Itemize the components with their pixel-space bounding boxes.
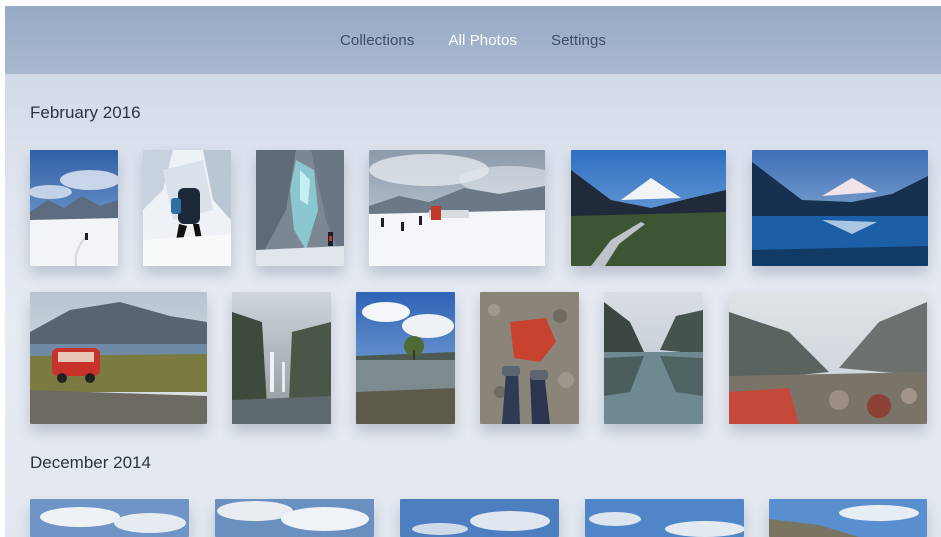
photo-thumbnail[interactable]	[356, 292, 455, 424]
photo-thumbnail[interactable]	[729, 292, 927, 424]
screen-frame-left	[0, 0, 5, 537]
photo-thumbnail[interactable]	[256, 150, 344, 266]
photo-thumbnail[interactable]	[400, 499, 559, 537]
photo-thumbnail[interactable]	[604, 292, 703, 424]
section-title-december-2014: December 2014	[30, 453, 151, 472]
nav-tabs: Collections All Photos Settings	[5, 6, 941, 74]
photo-thumbnail[interactable]	[215, 499, 374, 537]
photo-thumbnail[interactable]	[232, 292, 331, 424]
photo-thumbnail[interactable]	[585, 499, 744, 537]
tab-collections[interactable]: Collections	[340, 32, 414, 49]
top-navigation-bar: Collections All Photos Settings	[5, 6, 941, 74]
photo-thumbnail[interactable]	[30, 150, 118, 266]
photo-thumbnail[interactable]	[30, 499, 189, 537]
photo-thumbnail[interactable]	[769, 499, 927, 537]
photo-thumbnail[interactable]	[30, 292, 207, 424]
section-title-february-2016: February 2016	[30, 103, 141, 122]
photo-thumbnail[interactable]	[143, 150, 231, 266]
tab-settings[interactable]: Settings	[551, 32, 606, 49]
photo-thumbnail[interactable]	[752, 150, 928, 266]
photo-thumbnail[interactable]	[480, 292, 579, 424]
photo-thumbnail[interactable]	[369, 150, 545, 266]
photo-thumbnail[interactable]	[571, 150, 726, 266]
tab-all-photos[interactable]: All Photos	[448, 32, 517, 49]
